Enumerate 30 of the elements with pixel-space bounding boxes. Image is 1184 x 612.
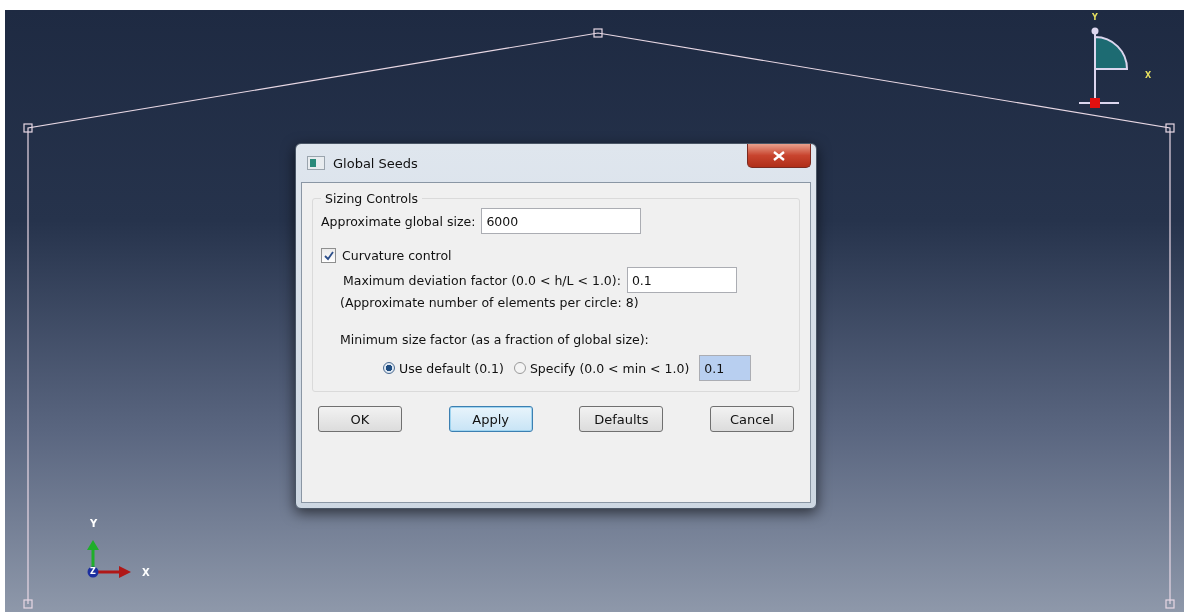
check-icon	[323, 250, 334, 261]
checkbox[interactable]	[321, 248, 336, 263]
radio-button[interactable]	[383, 362, 395, 374]
axis-label: X	[142, 567, 150, 578]
group-title: Sizing Controls	[324, 191, 419, 206]
close-icon	[773, 150, 785, 161]
window-icon	[307, 156, 325, 170]
dialog-button[interactable]: Defaults	[579, 406, 664, 432]
axis-triad-icon	[87, 540, 131, 578]
section-label: Minimum size factor (as a fraction of global size):	[340, 332, 650, 347]
radio-button[interactable]	[513, 362, 526, 374]
dialog-button[interactable]: Cancel	[709, 406, 794, 432]
input-field[interactable]: 0.1	[626, 267, 737, 293]
radio-label: Use default (0.1)	[399, 360, 504, 376]
axis-label: Y	[90, 518, 98, 529]
info-text: (Approximate number of elements per circle: 8)	[340, 295, 640, 310]
dialog-button[interactable]: OK	[318, 406, 402, 432]
field-label: Approximate global size:	[321, 213, 476, 229]
axis-label: X	[1145, 71, 1152, 80]
input-field[interactable]: 6000	[481, 208, 642, 234]
checkbox-label: Curvature control	[342, 248, 452, 263]
input-field[interactable]: 0.1	[699, 355, 752, 381]
field-label: Maximum deviation factor (0.0 < h/L < 1.0):	[343, 272, 621, 288]
close-button[interactable]	[747, 144, 811, 168]
radio-label: Specify (0.0 < min < 1.0)	[529, 360, 690, 376]
axis-label: Y	[1092, 13, 1098, 22]
boundary-condition-glyph-icon	[1078, 27, 1128, 108]
window-title: Global Seeds	[333, 155, 418, 171]
axis-label: Z	[90, 567, 96, 576]
dialog-button[interactable]: Apply	[448, 406, 533, 432]
